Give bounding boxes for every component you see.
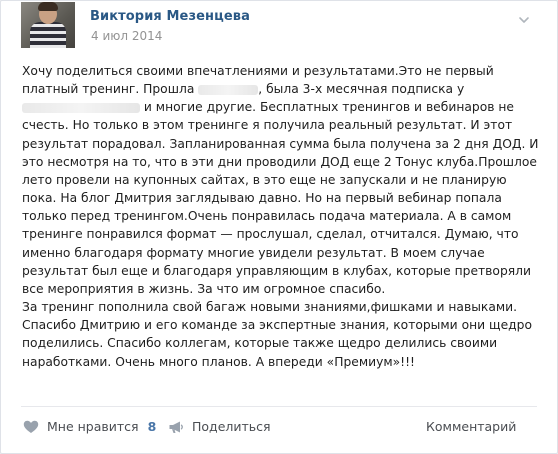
post-date[interactable]: 4 июл 2014 <box>91 29 162 43</box>
post-text-part: , была 3-х месячная подписка у <box>258 82 465 97</box>
author-name[interactable]: Виктория Мезенцева <box>90 9 250 24</box>
post-actions: Мне нравится 8 Поделиться Комментарий <box>1 407 557 449</box>
chevron-down-icon[interactable] <box>517 13 531 27</box>
post-text-part: и многие другие. Бесплатных тренингов и … <box>22 100 539 369</box>
redacted-text <box>198 84 259 95</box>
like-button[interactable]: Мне нравится 8 <box>23 419 156 434</box>
avatar[interactable] <box>21 2 75 48</box>
heart-icon <box>23 420 39 433</box>
megaphone-icon <box>169 421 183 433</box>
redacted-text <box>22 102 140 113</box>
post-text: Хочу поделиться своими впечатлениями и р… <box>22 62 542 371</box>
like-count: 8 <box>147 419 157 434</box>
post-card: Виктория Мезенцева 4 июл 2014 Хочу подел… <box>0 0 558 454</box>
share-button[interactable]: Поделиться <box>168 419 271 434</box>
like-label: Мне нравится <box>47 419 139 434</box>
comment-button[interactable]: Комментарий <box>426 419 516 434</box>
share-label: Поделиться <box>192 419 271 434</box>
